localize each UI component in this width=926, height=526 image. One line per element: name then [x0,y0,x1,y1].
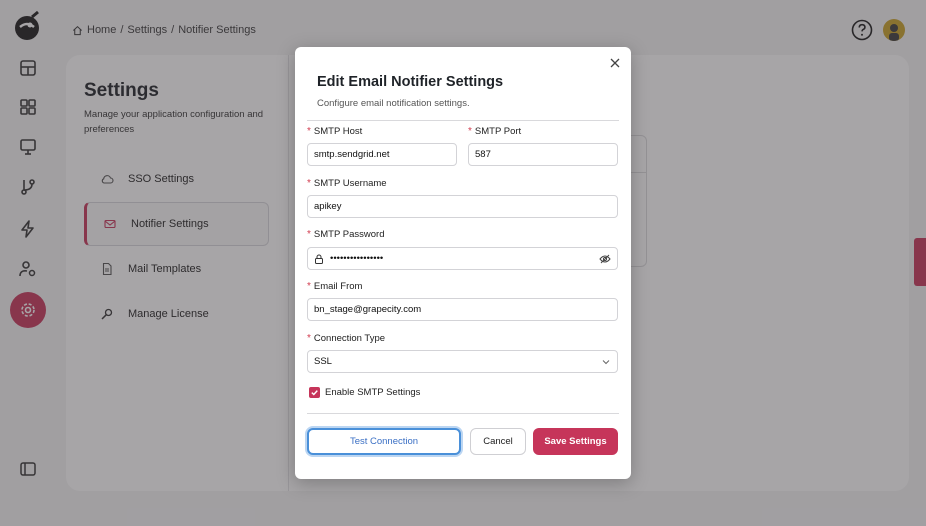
enable-smtp-label: Enable SMTP Settings [325,387,421,398]
lock-icon [315,254,323,264]
email-from-input[interactable] [314,304,611,315]
enable-smtp-checkbox[interactable] [309,387,320,398]
connection-type-label-text: Connection Type [313,333,386,344]
smtp-password-value[interactable]: •••••••••••••••• [330,253,383,264]
email-from-field[interactable] [307,298,618,321]
save-settings-button[interactable]: Save Settings [533,428,618,455]
smtp-port-label: * SMTP Port [468,126,521,137]
chevron-down-icon [602,359,610,364]
smtp-host-field[interactable] [307,143,457,166]
smtp-password-label: * SMTP Password [307,229,384,240]
cancel-button[interactable]: Cancel [470,428,526,455]
modal-subtitle: Configure email notification settings. [317,98,470,109]
smtp-host-label: * SMTP Host [307,126,362,137]
smtp-host-label-text: SMTP Host [313,126,363,137]
email-from-label-text: Email From [313,281,363,292]
required-mark: * [468,126,472,137]
check-icon [311,390,318,396]
smtp-password-field[interactable]: •••••••••••••••• [307,247,618,270]
smtp-username-label: * SMTP Username [307,178,387,189]
connection-type-value: SSL [314,356,332,367]
eye-off-icon[interactable] [599,253,611,265]
smtp-port-field[interactable] [468,143,618,166]
smtp-username-input[interactable] [314,201,611,212]
required-mark: * [307,126,311,137]
email-from-label: * Email From [307,281,362,292]
smtp-port-label-text: SMTP Port [474,126,522,137]
divider [307,120,619,121]
smtp-username-field[interactable] [307,195,618,218]
required-mark: * [307,333,311,344]
smtp-password-label-text: SMTP Password [313,229,385,240]
enable-smtp-row[interactable]: Enable SMTP Settings [309,387,420,398]
divider [307,413,619,414]
modal-title: Edit Email Notifier Settings [317,74,504,90]
smtp-port-input[interactable] [475,149,611,160]
smtp-username-label-text: SMTP Username [313,178,387,189]
smtp-host-input[interactable] [314,149,450,160]
close-icon[interactable] [608,56,622,70]
test-connection-button[interactable]: Test Connection [307,428,461,455]
connection-type-select[interactable]: SSL [307,350,618,373]
connection-type-label: * Connection Type [307,333,385,344]
edit-email-notifier-modal: Edit Email Notifier Settings Configure e… [295,47,631,479]
required-mark: * [307,178,311,189]
required-mark: * [307,281,311,292]
required-mark: * [307,229,311,240]
